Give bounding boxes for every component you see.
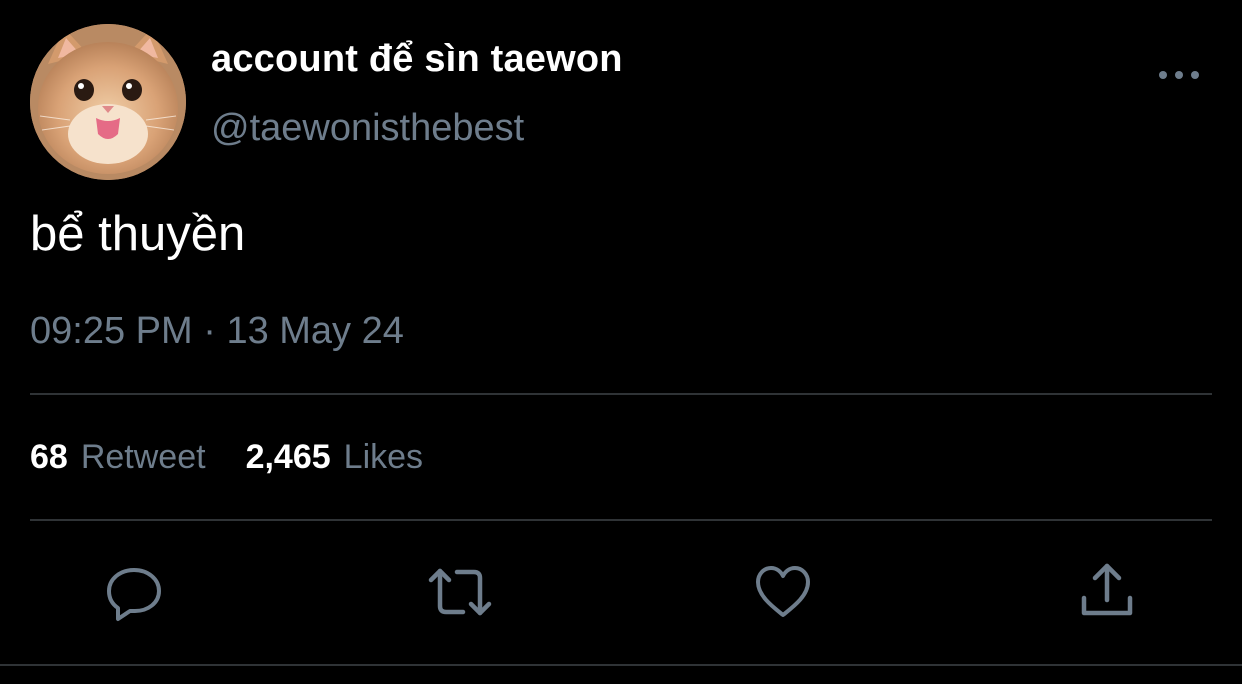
more-dot-icon [1159, 71, 1167, 79]
more-dot-icon [1191, 71, 1199, 79]
like-stat[interactable]: 2,465 Likes [246, 438, 423, 477]
like-button[interactable] [753, 562, 813, 622]
retweet-stat[interactable]: 68 Retweet [30, 438, 206, 477]
retweet-label: Retweet [80, 438, 206, 476]
more-options-button[interactable] [1156, 60, 1202, 90]
share-button[interactable] [1079, 562, 1139, 622]
share-icon [1081, 563, 1133, 616]
like-count: 2,465 [245, 438, 331, 476]
tweet-stats: 68 Retweet 2,465 Likes [30, 438, 423, 477]
tweet-time: 09:25 PM [30, 310, 193, 352]
avatar[interactable] [30, 24, 186, 180]
timestamp-separator: · [203, 310, 216, 352]
divider [0, 664, 1242, 666]
retweet-count: 68 [30, 438, 68, 476]
tweet-date: 13 May 24 [226, 310, 404, 352]
like-label: Likes [343, 438, 424, 476]
reply-icon [107, 568, 161, 621]
divider [30, 519, 1212, 521]
username-handle[interactable]: @taewonisthebest [211, 107, 524, 150]
retweet-button[interactable] [427, 562, 492, 622]
display-name[interactable]: account để sìn taewon [211, 38, 623, 81]
divider [30, 393, 1212, 395]
tweet-timestamp[interactable]: 09:25 PM · 13 May 24 [30, 310, 404, 353]
like-icon [756, 566, 810, 617]
reply-button[interactable] [104, 562, 164, 622]
tweet-text: bể thuyền [30, 207, 246, 261]
retweet-icon [428, 568, 492, 616]
cat-avatar-icon [30, 24, 186, 180]
more-dot-icon [1175, 71, 1183, 79]
